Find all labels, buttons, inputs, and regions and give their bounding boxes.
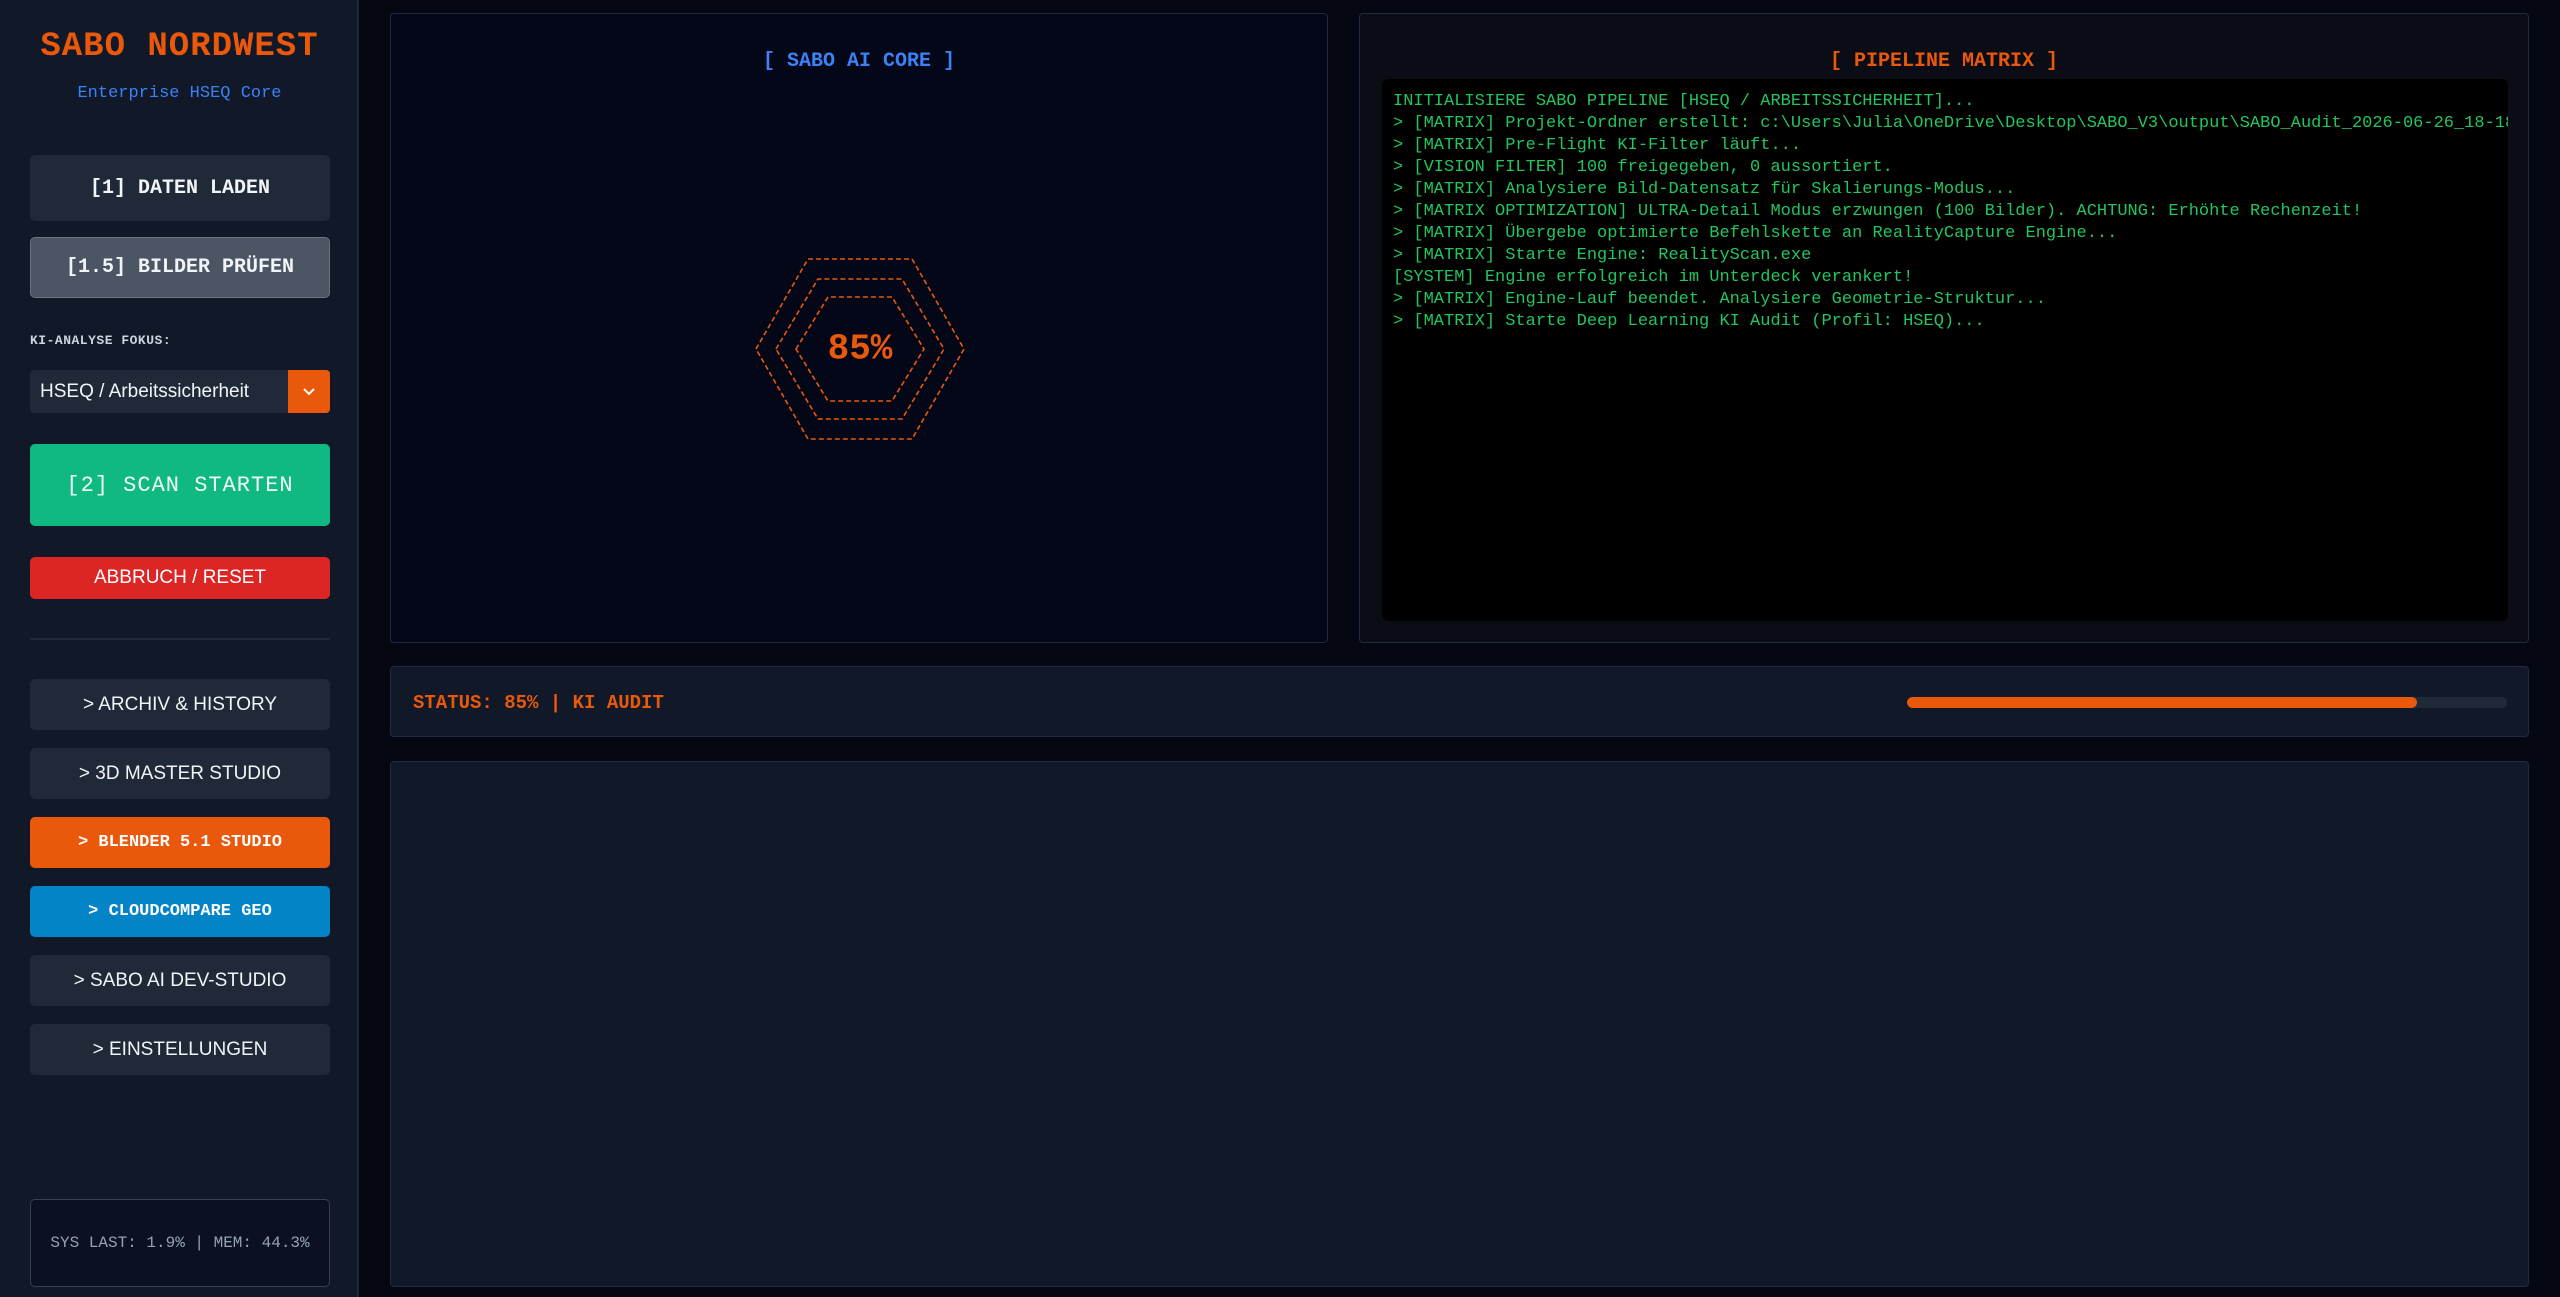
chevron-down-icon[interactable]: [288, 370, 330, 413]
log-line: > [MATRIX] Starte Deep Learning KI Audit…: [1393, 312, 1985, 331]
pipeline-matrix-panel: [ PIPELINE MATRIX ] INITIALISIERE SABO P…: [1359, 13, 2529, 643]
nav-blender-button[interactable]: > BLENDER 5.1 STUDIO: [30, 817, 330, 868]
core-percentage: 85%: [827, 328, 893, 370]
ai-core-panel: [ SABO AI CORE ] 85%: [390, 13, 1328, 643]
nav-cloudcompare-button[interactable]: > CLOUDCOMPARE GEO: [30, 886, 330, 937]
sidebar: SABO NORDWEST Enterprise HSEQ Core [1] D…: [0, 0, 359, 1297]
status-text: STATUS: 85% | KI AUDIT: [413, 691, 664, 714]
log-line: > [MATRIX] Analysiere Bild-Datensatz für…: [1393, 180, 2016, 199]
viewer-panel: [390, 761, 2529, 1287]
focus-select-value: HSEQ / Arbeitssicherheit: [40, 380, 250, 402]
log-line: > [MATRIX OPTIMIZATION] ULTRA-Detail Mod…: [1393, 202, 2363, 221]
log-line: > [MATRIX] Pre-Flight KI-Filter läuft...: [1393, 136, 1802, 155]
check-images-button[interactable]: [1.5] BILDER PRÜFEN: [30, 237, 330, 298]
log-line: > [MATRIX] Starte Engine: RealityScan.ex…: [1393, 246, 1812, 265]
system-status: SYS LAST: 1.9% | MEM: 44.3%: [30, 1199, 330, 1287]
progress-bar-fill: [1907, 697, 2417, 708]
pipeline-matrix-title: [ PIPELINE MATRIX ]: [1829, 50, 2059, 73]
core-hexagon: 85%: [751, 249, 969, 449]
load-data-button[interactable]: [1] DATEN LADEN: [30, 155, 330, 221]
log-line: > [MATRIX] Projekt-Ordner erstellt: c:\U…: [1393, 114, 2508, 133]
brand-subtitle: Enterprise HSEQ Core: [77, 84, 282, 103]
log-line: > [MATRIX] Übergebe optimierte Befehlske…: [1393, 224, 2118, 243]
focus-select[interactable]: HSEQ / Arbeitssicherheit: [30, 370, 330, 413]
ai-core-title: [ SABO AI CORE ]: [762, 50, 956, 73]
status-bar: STATUS: 85% | KI AUDIT: [390, 666, 2529, 737]
log-line: INITIALISIERE SABO PIPELINE [HSEQ / ARBE…: [1393, 92, 1975, 111]
nav-archive-button[interactable]: > ARCHIV & HISTORY: [30, 679, 330, 730]
log-line: > [VISION FILTER] 100 freigegeben, 0 aus…: [1393, 158, 1893, 177]
focus-label: KI-ANALYSE FOKUS:: [30, 333, 172, 348]
nav-settings-button[interactable]: > EINSTELLUNGEN: [30, 1024, 330, 1075]
sidebar-divider: [30, 638, 330, 640]
pipeline-log-console[interactable]: INITIALISIERE SABO PIPELINE [HSEQ / ARBE…: [1382, 79, 2508, 621]
progress-bar: [1907, 697, 2507, 708]
log-line: [SYSTEM] Engine erfolgreich im Unterdeck…: [1393, 268, 1914, 287]
nav-3d-master-button[interactable]: > 3D MASTER STUDIO: [30, 748, 330, 799]
start-scan-button[interactable]: [2] SCAN STARTEN: [30, 444, 330, 526]
nav-dev-studio-button[interactable]: > SABO AI DEV-STUDIO: [30, 955, 330, 1006]
brand-title: SABO NORDWEST: [40, 28, 319, 66]
abort-reset-button[interactable]: ABBRUCH / RESET: [30, 557, 330, 599]
log-line: > [MATRIX] Engine-Lauf beendet. Analysie…: [1393, 290, 2046, 309]
